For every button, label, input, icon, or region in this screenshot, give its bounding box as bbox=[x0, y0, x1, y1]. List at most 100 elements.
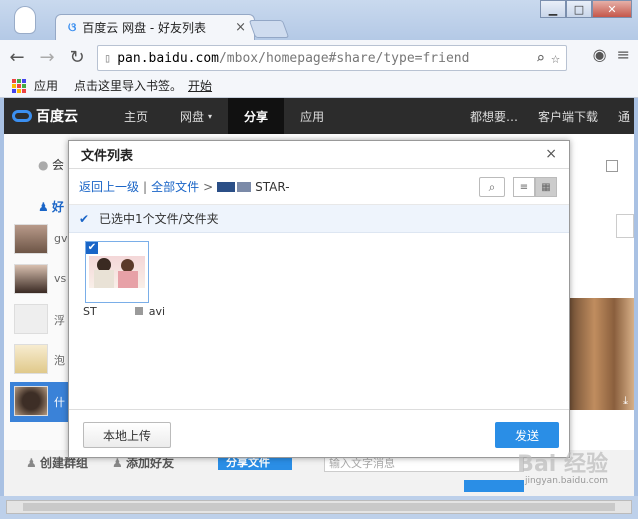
window-close-button[interactable]: ✕ bbox=[592, 0, 632, 18]
select-all-checkbox[interactable]: ✔ bbox=[79, 213, 91, 225]
cloud-logo-icon bbox=[12, 110, 32, 122]
forward-arrow-icon[interactable]: → bbox=[34, 44, 60, 70]
friend-avatar[interactable] bbox=[14, 264, 48, 294]
thumbnail-person bbox=[94, 270, 114, 288]
file-item-selected[interactable]: ✔ bbox=[85, 241, 149, 303]
dialog-header: 文件列表 × bbox=[69, 141, 569, 169]
add-friend-icon: ♟ bbox=[112, 456, 123, 470]
search-button[interactable]: ⌕ bbox=[479, 177, 505, 197]
import-hint: 点击这里导入书签。 bbox=[74, 79, 183, 93]
reload-icon[interactable]: ↻ bbox=[64, 44, 90, 70]
file-list-dialog: 文件列表 × 返回上一级 | 全部文件 > STAR- ⌕ ≡ ▦ ✔ 已选中1… bbox=[68, 140, 570, 458]
friend-avatar[interactable] bbox=[14, 386, 48, 416]
send-button[interactable]: 发送 bbox=[495, 422, 559, 448]
tab-close-icon[interactable]: × bbox=[235, 20, 246, 35]
watermark-logo: Bai 经验 bbox=[517, 452, 608, 477]
file-checkbox[interactable]: ✔ bbox=[86, 242, 98, 254]
url-host: pan.baidu.com bbox=[117, 50, 219, 66]
thumbnail-person bbox=[118, 271, 138, 288]
search-icon: ⌕ bbox=[488, 179, 496, 194]
url-path: /mbox/homepage#share/type=friend bbox=[218, 50, 470, 66]
bookmarks-bar: 应用 点击这里导入书签。 开始 bbox=[0, 74, 638, 98]
current-folder-name: STAR- bbox=[255, 179, 290, 194]
redacted-file-name bbox=[96, 305, 135, 315]
file-name: ST avi bbox=[83, 305, 165, 318]
view-toggle: ≡ ▦ bbox=[513, 177, 557, 197]
maximize-button[interactable]: □ bbox=[566, 0, 592, 18]
new-tab-button[interactable] bbox=[248, 20, 290, 38]
friend-avatar[interactable] bbox=[14, 304, 48, 334]
share-file-button[interactable]: 分享文件 bbox=[218, 456, 292, 470]
baidu-nav: 百度云 主页 网盘 ▾ 分享 应用 都想要… 客户端下载 通 bbox=[4, 98, 634, 134]
friend-name[interactable]: gv bbox=[54, 232, 68, 245]
nav-netdisk[interactable]: 网盘 ▾ bbox=[164, 98, 228, 134]
file-grid: ✔ ST avi bbox=[69, 233, 569, 413]
download-icon[interactable]: ⤓ bbox=[623, 394, 628, 408]
profile-avatar-icon[interactable] bbox=[14, 6, 36, 34]
browser-tab[interactable]: ଓ 百度云 网盘 - 好友列表 × bbox=[55, 14, 255, 40]
selection-count: 已选中1个文件/文件夹 bbox=[99, 212, 219, 226]
apps-grid-icon[interactable] bbox=[12, 78, 26, 93]
redacted-folder-name bbox=[237, 181, 252, 192]
breadcrumb-arrow: > bbox=[203, 179, 214, 194]
dialog-title: 文件列表 bbox=[81, 149, 134, 164]
browser-toolbar: ← → ↻ ▯ pan.baidu.com/mbox/homepage#shar… bbox=[0, 40, 638, 74]
breadcrumb-separator: | bbox=[143, 179, 148, 194]
grid-view-icon[interactable]: ▦ bbox=[535, 177, 557, 197]
group-icon: ♟ bbox=[26, 456, 37, 470]
page-icon: ▯ bbox=[104, 51, 112, 65]
friend-avatar[interactable] bbox=[14, 224, 48, 254]
nav-notify[interactable]: 通 bbox=[618, 108, 630, 125]
nav-apps[interactable]: 应用 bbox=[284, 98, 340, 134]
logo-text: 百度云 bbox=[36, 109, 78, 125]
friend-avatar[interactable] bbox=[14, 344, 48, 374]
friend-name[interactable]: vs bbox=[54, 272, 66, 285]
local-upload-button[interactable]: 本地上传 bbox=[83, 422, 171, 448]
background-photo: ⤓ bbox=[568, 298, 634, 410]
chat-icon: ● bbox=[38, 158, 49, 172]
user-icon: ♟ bbox=[38, 200, 49, 214]
send-message-button[interactable] bbox=[464, 480, 524, 492]
chevron-down-icon: ▾ bbox=[208, 111, 213, 121]
back-arrow-icon[interactable]: ← bbox=[4, 44, 30, 70]
minimize-button[interactable]: ▁ bbox=[540, 0, 566, 18]
bookmark-star-icon[interactable]: ☆ bbox=[551, 49, 560, 67]
menu-icon[interactable]: ≡ bbox=[617, 45, 630, 64]
baidu-cloud-logo[interactable]: 百度云 bbox=[4, 106, 108, 126]
nav-home[interactable]: 主页 bbox=[108, 98, 164, 134]
globe-extension-icon[interactable]: ◉ bbox=[593, 45, 607, 64]
all-files-link[interactable]: 全部文件 bbox=[151, 178, 199, 195]
back-up-link[interactable]: 返回上一级 bbox=[79, 178, 139, 195]
bg-panel-icon bbox=[606, 160, 618, 172]
search-icon[interactable]: ⌕ bbox=[536, 49, 545, 67]
address-bar[interactable]: ▯ pan.baidu.com/mbox/homepage#share/type… bbox=[97, 45, 567, 71]
tab-title: 百度云 网盘 - 好友列表 bbox=[82, 21, 207, 35]
window-controls: ▁ □ ✕ bbox=[540, 0, 632, 18]
sidebar-label-top1: 会 bbox=[52, 158, 65, 172]
video-thumbnail bbox=[89, 256, 145, 288]
nav-client-download[interactable]: 客户端下载 bbox=[538, 108, 598, 125]
start-link[interactable]: 开始 bbox=[188, 77, 212, 94]
friend-name[interactable]: 泡 bbox=[54, 352, 65, 368]
file-name-suffix: avi bbox=[148, 305, 166, 318]
baidu-favicon-icon: ଓ bbox=[68, 20, 77, 34]
apps-link[interactable]: 应用 bbox=[34, 77, 58, 94]
nav-more[interactable]: 都想要… bbox=[470, 108, 518, 125]
horizontal-scrollbar[interactable] bbox=[6, 500, 632, 514]
watermark-url: jingyan.baidu.com bbox=[524, 476, 608, 486]
message-placeholder: 输入文字消息 bbox=[329, 457, 395, 470]
friend-name[interactable]: 浮 bbox=[54, 312, 65, 328]
redacted-file-mark bbox=[134, 307, 143, 315]
selection-bar: ✔ 已选中1个文件/文件夹 bbox=[69, 205, 569, 233]
breadcrumb: 返回上一级 | 全部文件 > STAR- ⌕ ≡ ▦ bbox=[69, 169, 569, 205]
nav-share[interactable]: 分享 bbox=[228, 98, 285, 134]
scrollbar-thumb[interactable] bbox=[23, 503, 615, 511]
dialog-footer: 本地上传 发送 bbox=[69, 409, 569, 457]
bg-panel-box bbox=[616, 214, 634, 238]
file-name-prefix: ST bbox=[83, 305, 97, 318]
friend-name[interactable]: 什 bbox=[54, 394, 65, 410]
dialog-close-icon[interactable]: × bbox=[545, 146, 557, 162]
list-view-icon[interactable]: ≡ bbox=[513, 177, 535, 197]
sidebar-label-top2: 好 bbox=[52, 200, 65, 214]
nav-netdisk-label: 网盘 bbox=[180, 109, 205, 124]
